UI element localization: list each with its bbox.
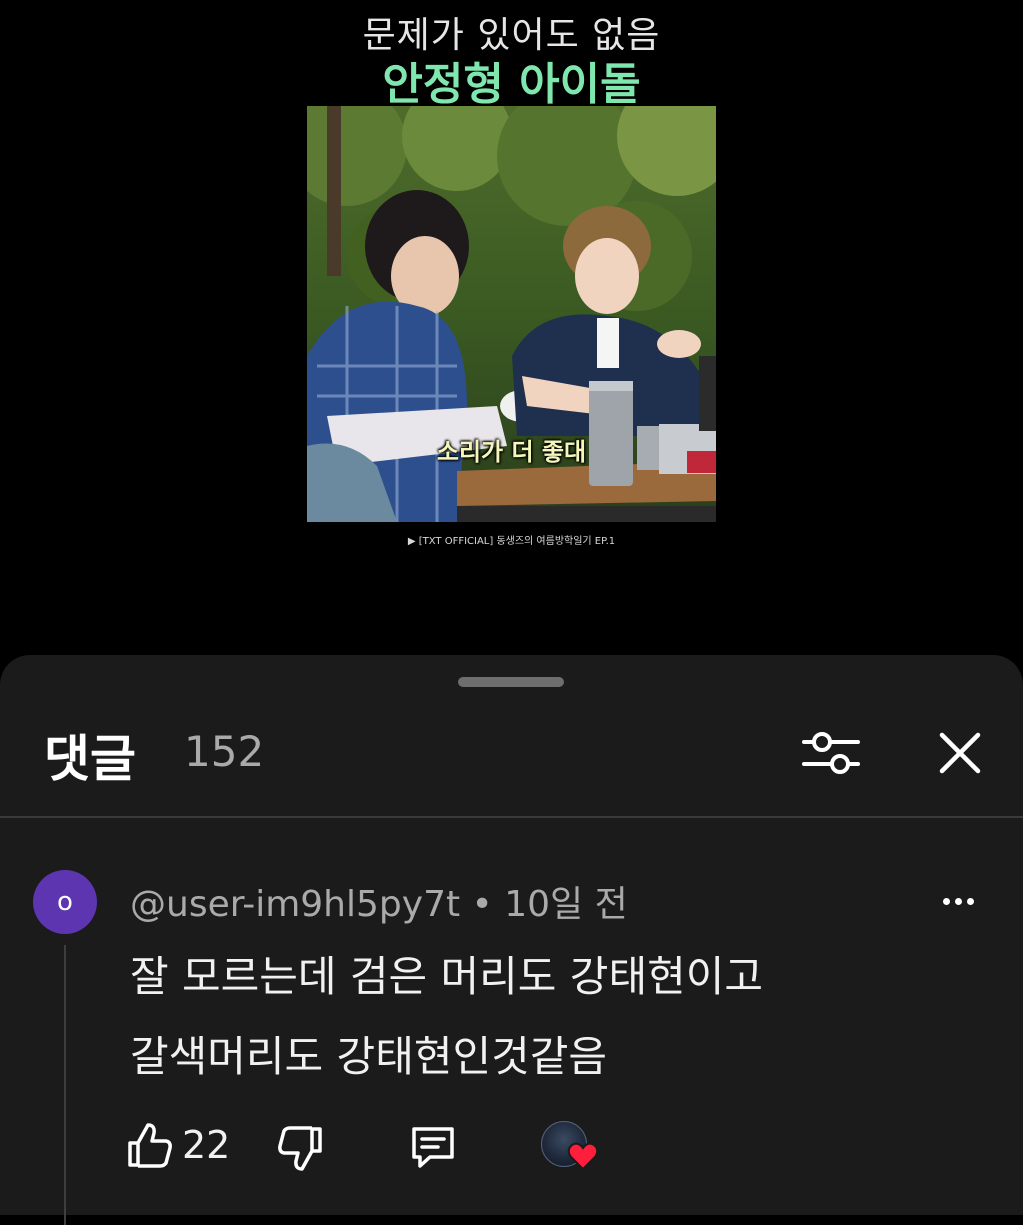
sliders-icon: [802, 732, 860, 774]
source-caption: ▶ [TXT OFFICIAL] 동생즈의 여름방학일기 EP.1: [407, 536, 616, 547]
comment-meta: @user-im9hl5py7t • 10일 전: [130, 875, 628, 927]
creator-heart-icon: [567, 1142, 599, 1171]
more-vert-icon: [942, 897, 950, 905]
reply-button[interactable]: [408, 1123, 458, 1173]
thread-line: [64, 945, 66, 1225]
drag-handle[interactable]: [458, 677, 564, 687]
video-overlay-highlight: 안정형 아이돌: [382, 59, 641, 110]
comment-icon: [412, 1127, 454, 1168]
video-frame: 소리가 더 좋대: [307, 106, 716, 522]
thumb-down-icon: [278, 1126, 322, 1171]
comment-author-handle[interactable]: @user-im9hl5py7t: [130, 884, 460, 925]
thumb-up-icon: [128, 1123, 172, 1168]
like-button[interactable]: [126, 1121, 174, 1171]
comments-title: 댓글: [44, 730, 136, 788]
video-subtitle: 소리가 더 좋대: [436, 438, 587, 466]
comments-count: 152: [184, 727, 265, 776]
more-options-button[interactable]: [930, 883, 986, 919]
video-player[interactable]: 문제가 있어도 없음 안정형 아이돌 소리가 더 좋대 ▶ [TXT OFFIC…: [0, 0, 1023, 660]
creator-heart[interactable]: [541, 1121, 599, 1175]
avatar[interactable]: o: [33, 870, 97, 934]
meta-separator: •: [471, 884, 493, 925]
comment-body: 잘 모르는데 검은 머리도 강태현이고 갈색머리도 강태현인것같음: [130, 937, 990, 1097]
dislike-button[interactable]: [276, 1123, 324, 1173]
like-count: 22: [182, 1123, 231, 1167]
close-icon: [939, 732, 981, 774]
comments-sheet: 댓글 152 o @user-im9hl5py7t • 10일 전 잘 모르는데…: [0, 655, 1023, 1225]
comment-text-line: 잘 모르는데 검은 머리도 강태현이고: [130, 952, 764, 1001]
avatar-initial: o: [57, 887, 73, 917]
comment-timestamp: 10일 전: [504, 884, 628, 925]
comment-text-line: 갈색머리도 강태현인것같음: [130, 1032, 608, 1081]
close-button[interactable]: [932, 725, 988, 781]
header-divider: [0, 816, 1023, 818]
sort-filter-button[interactable]: [800, 725, 862, 781]
comment-actions: 22: [0, 1117, 1023, 1177]
